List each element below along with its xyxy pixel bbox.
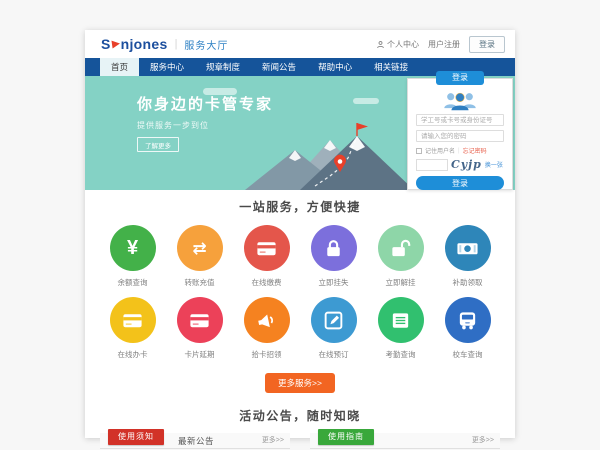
service-item-8[interactable]: 卡片延期 — [166, 297, 233, 360]
service-label: 在线办卡 — [118, 349, 148, 360]
service-label: 校车查询 — [453, 349, 483, 360]
forgot-password-link[interactable]: 忘记密码 — [463, 146, 487, 155]
service-item-11[interactable]: 考勤查询 — [367, 297, 434, 360]
nav-item-4[interactable]: 新闻公告 — [251, 58, 307, 76]
header-login-button[interactable]: 登录 — [469, 36, 505, 53]
header: S njones | 服务大厅 个人中心 用户注册 登录 — [85, 30, 515, 58]
personal-center-label: 个人中心 — [387, 39, 419, 50]
service-label: 立即解挂 — [386, 277, 416, 288]
lock-icon — [311, 225, 357, 271]
logo[interactable]: S njones — [101, 36, 168, 52]
service-label: 余额查询 — [118, 277, 148, 288]
edit-icon — [311, 297, 357, 343]
announcement-panels: 使用须知 最新公告 更多>> 使用指南 更多>> — [85, 433, 515, 449]
service-item-5[interactable]: 立即解挂 — [367, 225, 434, 288]
service-item-7[interactable]: 在线办卡 — [99, 297, 166, 360]
megaphone-icon — [244, 297, 290, 343]
captcha-input[interactable] — [416, 159, 448, 171]
tab-latest-news[interactable]: 最新公告 — [178, 433, 214, 449]
login-submit-button[interactable]: 登录 — [416, 176, 504, 190]
guide-panel-header: 使用指南 更多>> — [310, 433, 500, 449]
guide-panel: 使用指南 更多>> — [310, 433, 500, 449]
service-label: 在线预订 — [319, 349, 349, 360]
hero-subtitle: 提供服务一步到位 — [137, 120, 273, 131]
captcha-image[interactable]: Cyjp — [451, 158, 482, 171]
service-item-6[interactable]: 补助领取 — [434, 225, 501, 288]
service-label: 转账充值 — [185, 277, 215, 288]
announcements-title: 活动公告，随时知晓 — [85, 407, 515, 424]
service-item-2[interactable]: ⇄ 转账充值 — [166, 225, 233, 288]
service-label: 考勤查询 — [386, 349, 416, 360]
more-services-button[interactable]: 更多服务>> — [265, 373, 335, 393]
notice-panel: 使用须知 最新公告 更多>> — [100, 433, 290, 449]
hero-title: 你身边的卡管专家 — [137, 93, 273, 114]
card-icon — [244, 225, 290, 271]
notice-more-link[interactable]: 更多>> — [262, 433, 284, 449]
service-item-1[interactable]: ¥ 余额查询 — [99, 225, 166, 288]
unlock-icon — [378, 225, 424, 271]
portal-page: S njones | 服务大厅 个人中心 用户注册 登录 首页服务中心规章制度新… — [85, 30, 515, 438]
list-icon — [378, 297, 424, 343]
nav-item-5[interactable]: 帮助中心 — [307, 58, 363, 76]
service-label: 卡片延期 — [185, 349, 215, 360]
separator: | — [458, 148, 460, 154]
hero-cta-button[interactable]: 了解更多 — [137, 137, 179, 152]
card-icon — [110, 297, 156, 343]
hero-text: 你身边的卡管专家 提供服务一步到位 了解更多 — [137, 93, 273, 153]
service-item-10[interactable]: 在线预订 — [300, 297, 367, 360]
service-item-3[interactable]: 在线缴费 — [233, 225, 300, 288]
service-label: 在线缴费 — [252, 277, 282, 288]
service-item-12[interactable]: 校车查询 — [434, 297, 501, 360]
screenshot-canvas: S njones | 服务大厅 个人中心 用户注册 登录 首页服务中心规章制度新… — [0, 0, 600, 450]
header-links: 个人中心 用户注册 登录 — [376, 36, 505, 53]
login-tab[interactable]: 登录 — [436, 71, 484, 85]
services-grid: ¥ 余额查询 ⇄ 转账充值 在线缴费 立即挂失 立即解挂 补助领取在线办卡 卡片延期 拾卡招领 在线… — [85, 215, 515, 369]
logo-arrow-icon — [111, 39, 120, 48]
services-section: 一站服务，方便快捷 ¥ 余额查询 ⇄ 转账充值 在线缴费 立即挂失 立即解挂 补助领取在线办卡… — [85, 190, 515, 393]
logo-text-rest: njones — [121, 36, 168, 52]
service-label: 拾卡招领 — [252, 349, 282, 360]
guide-more-link[interactable]: 更多>> — [472, 433, 494, 449]
remember-checkbox[interactable] — [416, 148, 422, 154]
nav-item-6[interactable]: 相关链接 — [363, 58, 419, 76]
personal-center-link[interactable]: 个人中心 — [376, 39, 419, 50]
remember-label: 记住用户名 — [425, 146, 455, 155]
bus-icon — [445, 297, 491, 343]
yuan-icon: ¥ — [110, 225, 156, 271]
tab-usage-notice[interactable]: 使用须知 — [108, 429, 164, 445]
login-panel: 登录 记住用户名 | 忘记密码 Cyjp 换一张 登录 — [407, 78, 513, 190]
services-title: 一站服务，方便快捷 — [85, 198, 515, 215]
captcha-row: Cyjp 换一张 — [416, 158, 504, 171]
announcements-section: 活动公告，随时知晓 使用须知 最新公告 更多>> 使用指南 更多>> — [85, 393, 515, 449]
nav-item-2[interactable]: 服务中心 — [139, 58, 195, 76]
user-icon — [376, 40, 385, 49]
register-link[interactable]: 用户注册 — [428, 39, 460, 50]
tab-usage-guide[interactable]: 使用指南 — [318, 429, 374, 445]
captcha-refresh-link[interactable]: 换一张 — [485, 160, 503, 169]
site-name: 服务大厅 — [184, 37, 228, 52]
card-icon — [177, 297, 223, 343]
banknote-icon — [445, 225, 491, 271]
nav-item-1[interactable]: 首页 — [100, 58, 139, 76]
service-item-9[interactable]: 拾卡招领 — [233, 297, 300, 360]
notice-panel-header: 使用须知 最新公告 更多>> — [100, 433, 290, 449]
remember-row: 记住用户名 | 忘记密码 — [416, 146, 504, 155]
service-label: 补助领取 — [453, 277, 483, 288]
password-input[interactable] — [416, 130, 504, 142]
service-label: 立即挂失 — [319, 277, 349, 288]
nav-item-3[interactable]: 规章制度 — [195, 58, 251, 76]
cloud-shape — [353, 98, 379, 104]
logo-text-s: S — [101, 36, 111, 52]
service-item-4[interactable]: 立即挂失 — [300, 225, 367, 288]
username-input[interactable] — [416, 114, 504, 126]
users-group-icon — [442, 91, 478, 111]
header-divider: | — [175, 38, 178, 50]
transfer-icon: ⇄ — [177, 225, 223, 271]
